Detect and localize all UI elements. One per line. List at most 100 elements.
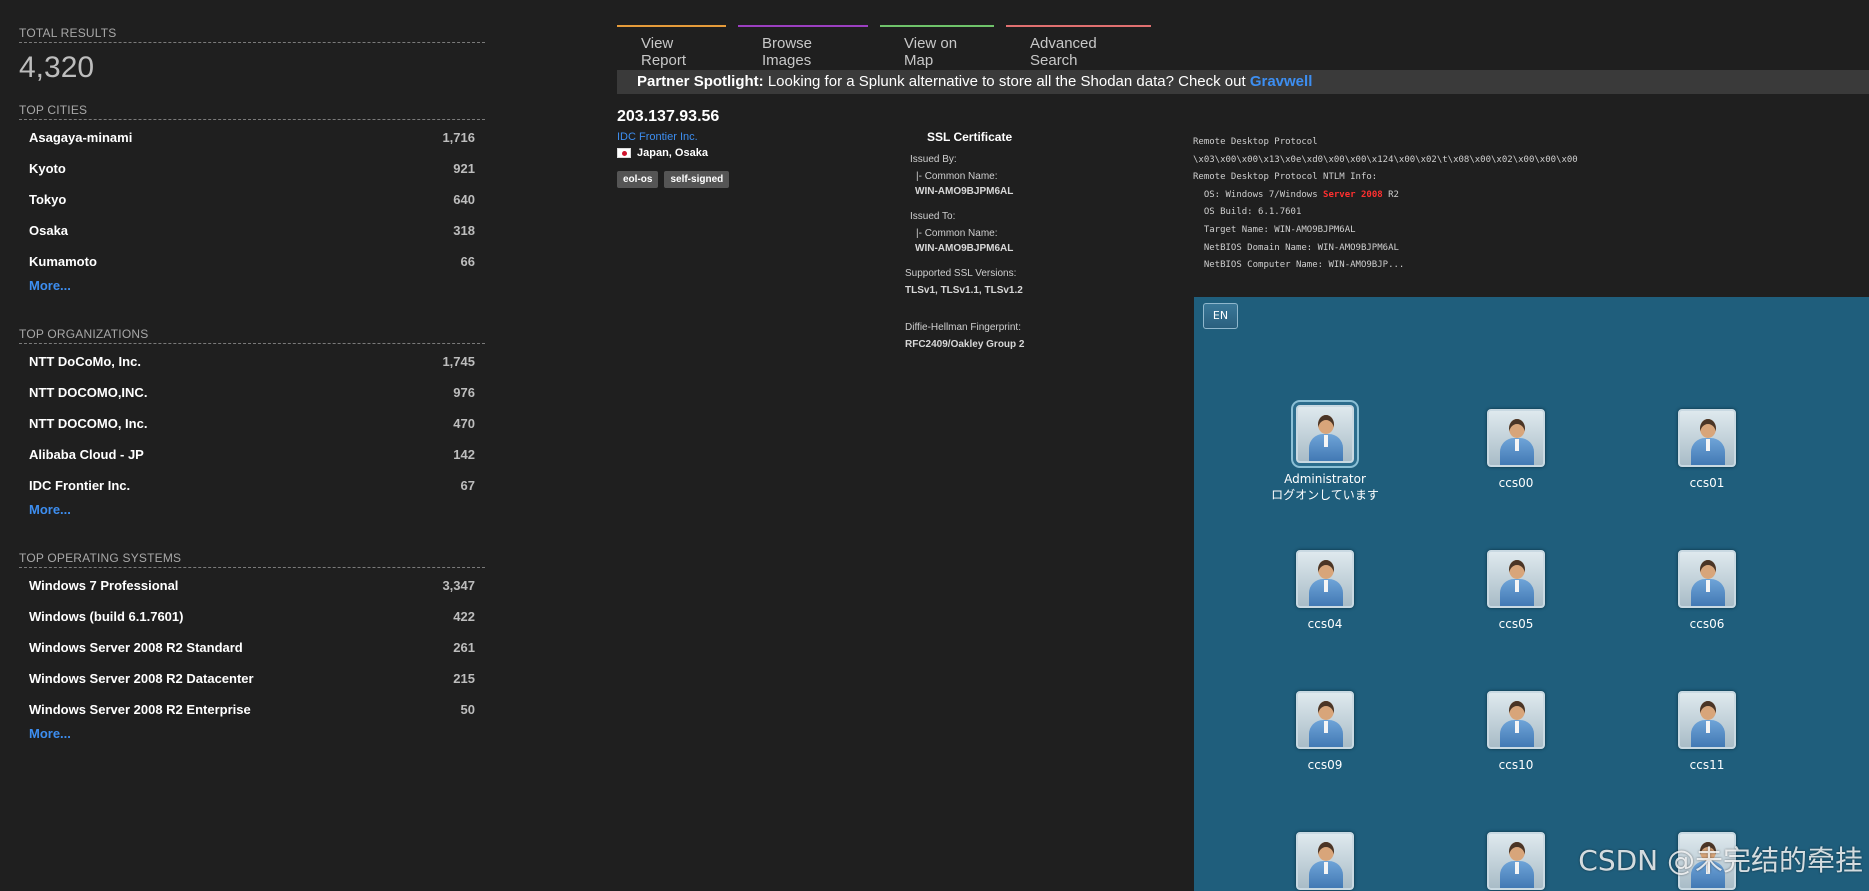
- os-row[interactable]: Windows (build 6.1.7601) 422: [19, 601, 485, 632]
- tag-eol-os[interactable]: eol-os: [617, 171, 659, 188]
- org-row[interactable]: NTT DOCOMO, Inc. 470: [19, 408, 485, 439]
- user-tile: ccs01: [1627, 409, 1787, 491]
- user-name: ccs06: [1689, 617, 1725, 631]
- user-name: Administrator: [1284, 472, 1366, 486]
- user-avatar-icon: [1296, 405, 1354, 463]
- city-row[interactable]: Tokyo 640: [19, 184, 485, 215]
- user-avatar-icon: [1487, 691, 1545, 749]
- host-summary: 203.137.93.56 IDC Frontier Inc. Japan, O…: [617, 108, 877, 188]
- facet-name: Osaka: [29, 223, 69, 238]
- ssl-certificate-panel: SSL Certificate Issued By: |- Common Nam…: [905, 130, 1145, 364]
- facet-name: Windows (build 6.1.7601): [29, 609, 184, 624]
- user-avatar-icon: [1296, 691, 1354, 749]
- ssl-title: SSL Certificate: [927, 130, 1013, 144]
- user-status: ログオンしています: [1271, 488, 1379, 502]
- facet-name: NTT DOCOMO,INC.: [29, 385, 148, 400]
- ssl-versions: TLSv1, TLSv1.1, TLSv1.2: [905, 285, 1023, 296]
- user-tile: [1436, 832, 1596, 890]
- facet-count: 470: [453, 416, 475, 431]
- facet-sidebar: TOTAL RESULTS 4,320 TOP CITIES Asagaya-m…: [19, 26, 485, 749]
- facet-name: Alibaba Cloud - JP: [29, 447, 144, 462]
- rdp-os-line: OS: Windows 7/Windows Server 2008 R2: [1193, 187, 1869, 205]
- host-tags: eol-os self-signed: [617, 171, 877, 188]
- city-row[interactable]: Asagaya-minami 1,716: [19, 122, 485, 153]
- facet-name: Windows Server 2008 R2 Enterprise: [29, 702, 251, 717]
- user-tile: ccs00: [1436, 409, 1596, 491]
- tab-view-report[interactable]: View Report: [617, 25, 726, 69]
- facet-count: 50: [460, 702, 475, 717]
- city-row[interactable]: Osaka 318: [19, 215, 485, 246]
- rdp-line: \x03\x00\x00\x13\x0e\xd0\x00\x00\x124\x0…: [1193, 154, 1578, 165]
- org-row[interactable]: NTT DOCOMO,INC. 976: [19, 377, 485, 408]
- issued-by-label: Issued By:: [910, 154, 957, 165]
- os-row[interactable]: Windows Server 2008 R2 Standard 261: [19, 632, 485, 663]
- total-results-value: 4,320: [19, 51, 95, 84]
- tab-advanced-search[interactable]: Advanced Search: [1006, 25, 1151, 69]
- rdp-line: NetBIOS Computer Name: WIN-AMO9BJP...: [1193, 260, 1405, 271]
- cities-more-link[interactable]: More...: [19, 277, 485, 301]
- user-name: ccs04: [1307, 617, 1343, 631]
- results-nav: View Report Browse Images View on Map Ad…: [617, 25, 1151, 69]
- user-name: ccs11: [1689, 758, 1725, 772]
- user-tile: ccs10: [1436, 691, 1596, 773]
- host-city: Osaka: [674, 147, 708, 159]
- user-name: ccs05: [1498, 617, 1534, 631]
- user-avatar-icon: [1487, 832, 1545, 890]
- tag-self-signed[interactable]: self-signed: [664, 171, 730, 188]
- host-org-link[interactable]: IDC Frontier Inc.: [617, 131, 877, 143]
- city-row[interactable]: Kumamoto 66: [19, 246, 485, 277]
- user-tile: ccs05: [1436, 550, 1596, 632]
- gravwell-link[interactable]: Gravwell: [1250, 73, 1313, 90]
- facet-name: NTT DOCOMO, Inc.: [29, 416, 148, 431]
- user-avatar-icon: [1678, 409, 1736, 467]
- facet-count: 640: [453, 192, 475, 207]
- user-tile: ccs11: [1627, 691, 1787, 773]
- user-tile: ccs09: [1245, 691, 1405, 773]
- japan-flag-icon: [617, 148, 631, 158]
- host-ip-link[interactable]: 203.137.93.56: [617, 108, 877, 126]
- issued-to-cn: WIN-AMO9BJPM6AL: [915, 243, 1014, 254]
- user-avatar-icon: [1678, 550, 1736, 608]
- top-organizations-heading: TOP ORGANIZATIONS: [19, 327, 485, 344]
- user-avatar-icon: [1296, 550, 1354, 608]
- issued-to-cn-label: |- Common Name:: [916, 228, 998, 239]
- operating-systems-more-link[interactable]: More...: [19, 725, 485, 749]
- tab-view-on-map[interactable]: View on Map: [880, 25, 994, 69]
- org-row[interactable]: NTT DoCoMo, Inc. 1,745: [19, 346, 485, 377]
- user-avatar-icon: [1487, 409, 1545, 467]
- org-row[interactable]: Alibaba Cloud - JP 142: [19, 439, 485, 470]
- ssl-versions-label: Supported SSL Versions:: [905, 268, 1017, 279]
- spotlight-text: Looking for a Splunk alternative to stor…: [767, 73, 1246, 90]
- user-avatar-icon: [1678, 691, 1736, 749]
- dh-fingerprint-label: Diffie-Hellman Fingerprint:: [905, 322, 1021, 333]
- facet-count: 215: [453, 671, 475, 686]
- facet-count: 142: [453, 447, 475, 462]
- os-row[interactable]: Windows Server 2008 R2 Datacenter 215: [19, 663, 485, 694]
- language-button: EN: [1203, 303, 1238, 329]
- top-operating-systems-heading: TOP OPERATING SYSTEMS: [19, 551, 485, 568]
- csdn-watermark: CSDN @未完结的牵挂: [1578, 844, 1863, 877]
- os-row[interactable]: Windows 7 Professional 3,347: [19, 570, 485, 601]
- facet-count: 261: [453, 640, 475, 655]
- host-country: Japan: [637, 147, 669, 159]
- facet-name: Windows Server 2008 R2 Datacenter: [29, 671, 254, 686]
- city-row[interactable]: Kyoto 921: [19, 153, 485, 184]
- facet-name: NTT DoCoMo, Inc.: [29, 354, 141, 369]
- rdp-line: Target Name: WIN-AMO9BJPM6AL: [1193, 224, 1356, 235]
- org-row[interactable]: IDC Frontier Inc. 67: [19, 470, 485, 501]
- rdp-banner: Remote Desktop Protocol \x03\x00\x00\x13\…: [1193, 134, 1869, 275]
- facet-name: Tokyo: [29, 192, 67, 207]
- facet-name: Windows Server 2008 R2 Standard: [29, 640, 243, 655]
- rdp-os-prefix: OS: Windows 7/Windows: [1193, 189, 1324, 200]
- rdp-os-suffix: R2: [1382, 189, 1399, 200]
- rdp-line: OS Build: 6.1.7601: [1193, 207, 1302, 218]
- organizations-more-link[interactable]: More...: [19, 501, 485, 525]
- facet-count: 921: [453, 161, 475, 176]
- facet-count: 66: [460, 254, 475, 269]
- issued-by-cn-label: |- Common Name:: [916, 171, 998, 182]
- rdp-login-screenshot[interactable]: EN Administrator ログオンしています ccs00 ccs01 c…: [1194, 297, 1869, 891]
- user-tile: ccs06: [1627, 550, 1787, 632]
- top-cities-list: Asagaya-minami 1,716 Kyoto 921 Tokyo 640 Os…: [19, 122, 485, 277]
- tab-browse-images[interactable]: Browse Images: [738, 25, 868, 69]
- os-row[interactable]: Windows Server 2008 R2 Enterprise 50: [19, 694, 485, 725]
